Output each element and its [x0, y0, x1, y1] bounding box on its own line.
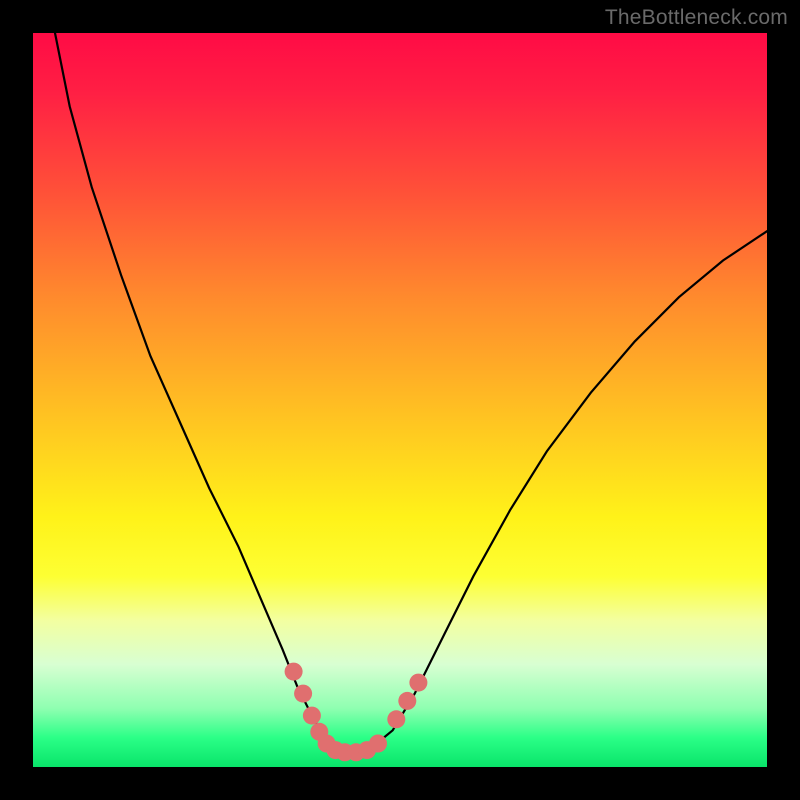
marker-group: [285, 663, 428, 762]
bottleneck-curve: [55, 33, 767, 752]
marker-left-2: [303, 707, 321, 725]
marker-right-1: [369, 735, 387, 753]
marker-right-3: [398, 692, 416, 710]
marker-right-2: [387, 710, 405, 728]
marker-left-upper: [285, 663, 303, 681]
chart-svg: [33, 33, 767, 767]
curve-group: [55, 33, 767, 752]
marker-left-1: [294, 685, 312, 703]
watermark-text: TheBottleneck.com: [605, 6, 788, 30]
chart-frame: TheBottleneck.com: [0, 0, 800, 800]
plot-area: [33, 33, 767, 767]
marker-right-upper: [409, 674, 427, 692]
